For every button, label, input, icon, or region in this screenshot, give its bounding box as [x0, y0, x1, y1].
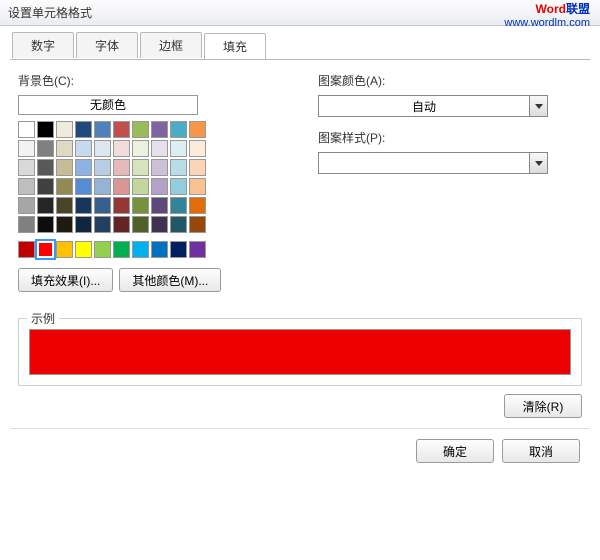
color-swatch[interactable]	[113, 159, 130, 176]
color-swatch[interactable]	[94, 140, 111, 157]
color-swatch[interactable]	[37, 241, 54, 258]
color-swatch[interactable]	[151, 178, 168, 195]
color-swatch[interactable]	[75, 216, 92, 233]
color-swatch[interactable]	[18, 197, 35, 214]
color-swatch[interactable]	[56, 178, 73, 195]
standard-color-grid	[18, 241, 278, 258]
theme-color-grid	[18, 121, 278, 233]
more-colors-button[interactable]: 其他颜色(M)...	[119, 268, 221, 292]
color-swatch[interactable]	[18, 178, 35, 195]
tab-边框[interactable]: 边框	[140, 32, 202, 58]
color-swatch[interactable]	[132, 159, 149, 176]
color-swatch[interactable]	[170, 140, 187, 157]
color-swatch[interactable]	[132, 241, 149, 258]
color-swatch[interactable]	[94, 197, 111, 214]
color-swatch[interactable]	[170, 178, 187, 195]
color-swatch[interactable]	[94, 159, 111, 176]
color-swatch[interactable]	[37, 140, 54, 157]
color-swatch[interactable]	[75, 197, 92, 214]
color-swatch[interactable]	[132, 178, 149, 195]
sample-fieldset: 示例	[18, 318, 582, 386]
color-swatch[interactable]	[151, 197, 168, 214]
tab-strip: 数字字体边框填充	[10, 32, 590, 60]
ok-button[interactable]: 确定	[416, 439, 494, 463]
color-swatch[interactable]	[189, 197, 206, 214]
color-swatch[interactable]	[132, 197, 149, 214]
clear-button[interactable]: 清除(R)	[504, 394, 582, 418]
color-swatch[interactable]	[189, 178, 206, 195]
bg-color-label: 背景色(C):	[18, 72, 278, 89]
color-swatch[interactable]	[18, 140, 35, 157]
color-swatch[interactable]	[37, 159, 54, 176]
tab-填充[interactable]: 填充	[204, 33, 266, 59]
chevron-down-icon	[535, 161, 543, 166]
pattern-style-label: 图案样式(P):	[318, 129, 578, 146]
color-swatch[interactable]	[56, 140, 73, 157]
color-swatch[interactable]	[75, 121, 92, 138]
color-swatch[interactable]	[132, 216, 149, 233]
color-swatch[interactable]	[37, 197, 54, 214]
pattern-color-value: 自动	[319, 98, 529, 115]
color-swatch[interactable]	[170, 121, 187, 138]
sample-preview	[29, 329, 571, 375]
color-swatch[interactable]	[94, 178, 111, 195]
color-swatch[interactable]	[113, 197, 130, 214]
color-swatch[interactable]	[170, 159, 187, 176]
color-swatch[interactable]	[151, 241, 168, 258]
color-swatch[interactable]	[75, 178, 92, 195]
watermark: Word联盟 www.wordlm.com	[504, 2, 590, 30]
color-swatch[interactable]	[113, 178, 130, 195]
tab-字体[interactable]: 字体	[76, 32, 138, 58]
color-swatch[interactable]	[132, 121, 149, 138]
color-swatch[interactable]	[113, 140, 130, 157]
color-swatch[interactable]	[75, 140, 92, 157]
color-swatch[interactable]	[18, 159, 35, 176]
color-swatch[interactable]	[189, 159, 206, 176]
color-swatch[interactable]	[170, 197, 187, 214]
dropdown-button[interactable]	[529, 153, 547, 173]
color-swatch[interactable]	[56, 121, 73, 138]
color-swatch[interactable]	[18, 241, 35, 258]
color-swatch[interactable]	[56, 216, 73, 233]
no-color-button[interactable]: 无颜色	[18, 95, 198, 115]
color-swatch[interactable]	[56, 197, 73, 214]
color-swatch[interactable]	[37, 216, 54, 233]
color-swatch[interactable]	[151, 159, 168, 176]
color-swatch[interactable]	[151, 140, 168, 157]
color-swatch[interactable]	[94, 216, 111, 233]
color-swatch[interactable]	[113, 241, 130, 258]
color-swatch[interactable]	[189, 140, 206, 157]
color-swatch[interactable]	[18, 216, 35, 233]
color-swatch[interactable]	[189, 121, 206, 138]
fill-effects-button[interactable]: 填充效果(I)...	[18, 268, 113, 292]
tab-数字[interactable]: 数字	[12, 32, 74, 58]
color-swatch[interactable]	[113, 216, 130, 233]
pattern-color-label: 图案颜色(A):	[318, 72, 578, 89]
color-swatch[interactable]	[113, 121, 130, 138]
color-swatch[interactable]	[189, 216, 206, 233]
sample-label: 示例	[27, 310, 59, 327]
color-swatch[interactable]	[132, 140, 149, 157]
cancel-button[interactable]: 取消	[502, 439, 580, 463]
color-swatch[interactable]	[18, 121, 35, 138]
color-swatch[interactable]	[56, 159, 73, 176]
color-swatch[interactable]	[94, 241, 111, 258]
color-swatch[interactable]	[151, 216, 168, 233]
color-swatch[interactable]	[151, 121, 168, 138]
color-swatch[interactable]	[75, 241, 92, 258]
color-swatch[interactable]	[94, 121, 111, 138]
color-swatch[interactable]	[37, 121, 54, 138]
color-swatch[interactable]	[170, 241, 187, 258]
color-swatch[interactable]	[189, 241, 206, 258]
pattern-style-select[interactable]	[318, 152, 548, 174]
color-swatch[interactable]	[170, 216, 187, 233]
dialog-footer: 确定 取消	[10, 428, 590, 473]
color-swatch[interactable]	[75, 159, 92, 176]
color-swatch[interactable]	[56, 241, 73, 258]
dropdown-button[interactable]	[529, 96, 547, 116]
color-swatch[interactable]	[37, 178, 54, 195]
pattern-color-select[interactable]: 自动	[318, 95, 548, 117]
chevron-down-icon	[535, 104, 543, 109]
